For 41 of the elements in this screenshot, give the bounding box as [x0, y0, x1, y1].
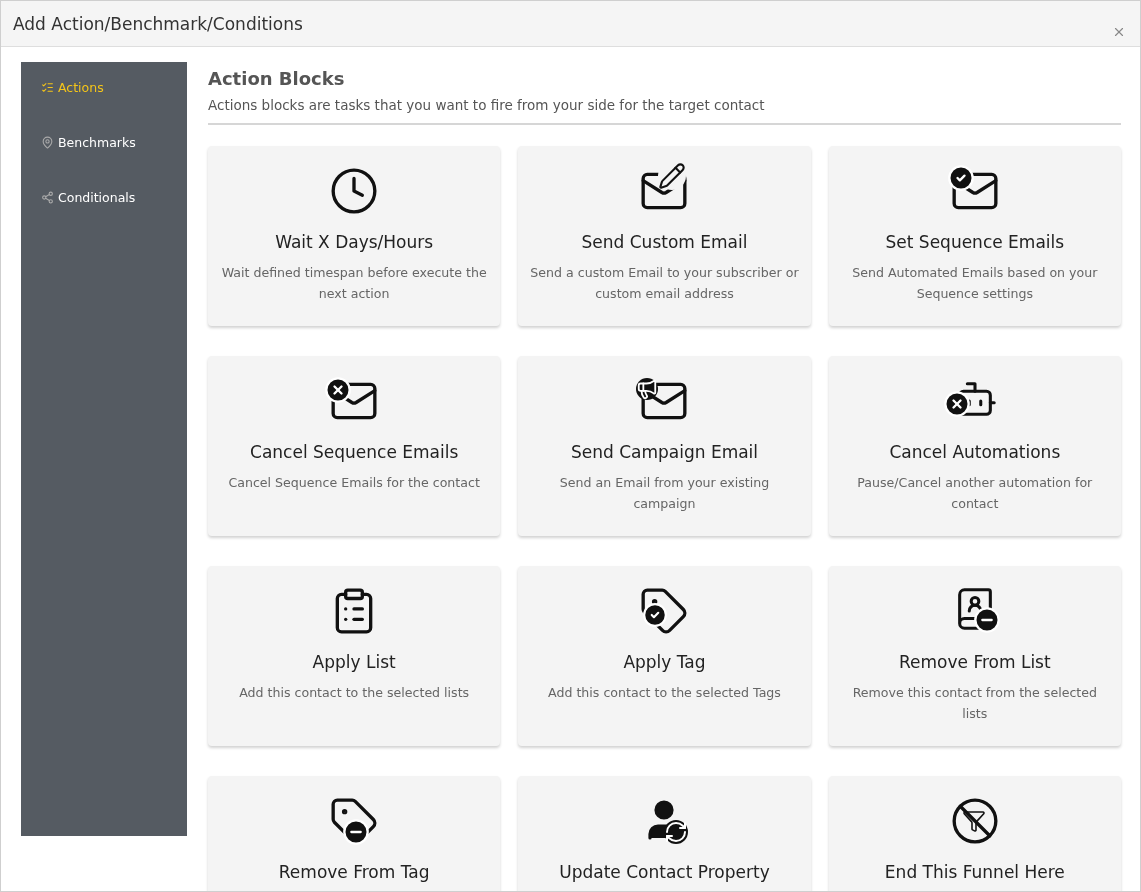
card-title: Cancel Automations	[889, 442, 1061, 462]
action-card[interactable]: Send Custom Email Send a custom Email to your subscriber or custom email address	[518, 146, 811, 326]
card-description: Add this contact to the selected Tags	[548, 684, 781, 702]
card-title: Wait X Days/Hours	[275, 232, 434, 252]
card-title: Remove From Tag	[278, 862, 430, 882]
action-card[interactable]: Cancel Sequence Emails Cancel Sequence Emails for the contact	[208, 356, 501, 536]
action-card[interactable]: Send Campaign Email Send an Email from your existing campaign	[518, 356, 811, 536]
card-description: Wait defined timespan before execute the next action	[220, 264, 488, 303]
card-description: Add this contact to the selected lists	[239, 684, 470, 702]
card-title: Update Contact Property	[559, 862, 770, 882]
action-card[interactable]: Set Sequence Emails Send Automated Emails based on your Sequence settings	[828, 146, 1121, 326]
action-card[interactable]: Remove From List Remove this contact from the selected lists	[828, 566, 1121, 746]
card-title: Remove From List	[899, 652, 1051, 672]
action-card[interactable]: Update Contact Property	[518, 776, 811, 891]
section-title: Action Blocks	[208, 68, 346, 89]
share-icon	[41, 191, 54, 204]
card-description: Send Automated Emails based on your Sequence settings	[851, 264, 1099, 303]
card-description: Pause/Cancel another automation for contact	[856, 474, 1094, 513]
card-title: Cancel Sequence Emails	[250, 442, 459, 462]
section-subtitle: Actions blocks are tasks that you want to fire from your side for the target contact	[208, 97, 1121, 125]
window-title: Add Action/Benchmark/Conditions	[13, 13, 303, 34]
card-description: Send a custom Email to your subscriber or custom email address	[529, 264, 800, 303]
card-title: Apply Tag	[623, 652, 706, 672]
sidebar-item[interactable]: Benchmarks	[21, 135, 187, 150]
card-description: Remove this contact from the selected lists	[851, 684, 1098, 723]
card-title: Send Campaign Email	[570, 442, 759, 462]
action-card[interactable]: Remove From Tag	[208, 776, 501, 891]
action-card[interactable]: Apply Tag Add this contact to the selected Tags	[518, 566, 811, 746]
action-card[interactable]: End This Funnel Here	[828, 776, 1121, 891]
action-card[interactable]: Apply List Add this contact to the selected lists	[208, 566, 501, 746]
sidebar-item[interactable]: Actions	[21, 80, 187, 95]
card-title: Apply List	[312, 652, 396, 672]
checklist-icon	[41, 81, 54, 94]
card-title: Send Custom Email	[581, 232, 748, 252]
card-description: Cancel Sequence Emails for the contact	[228, 474, 480, 492]
card-title: Set Sequence Emails	[885, 232, 1065, 252]
card-title: End This Funnel Here	[884, 862, 1065, 882]
action-card[interactable]: Wait X Days/Hours Wait defined timespan before execute the next action	[208, 146, 501, 326]
map-pin-icon	[41, 136, 54, 149]
card-description: Send an Email from your existing campaign	[558, 474, 771, 513]
sidebar-item[interactable]: Conditionals	[21, 190, 187, 205]
